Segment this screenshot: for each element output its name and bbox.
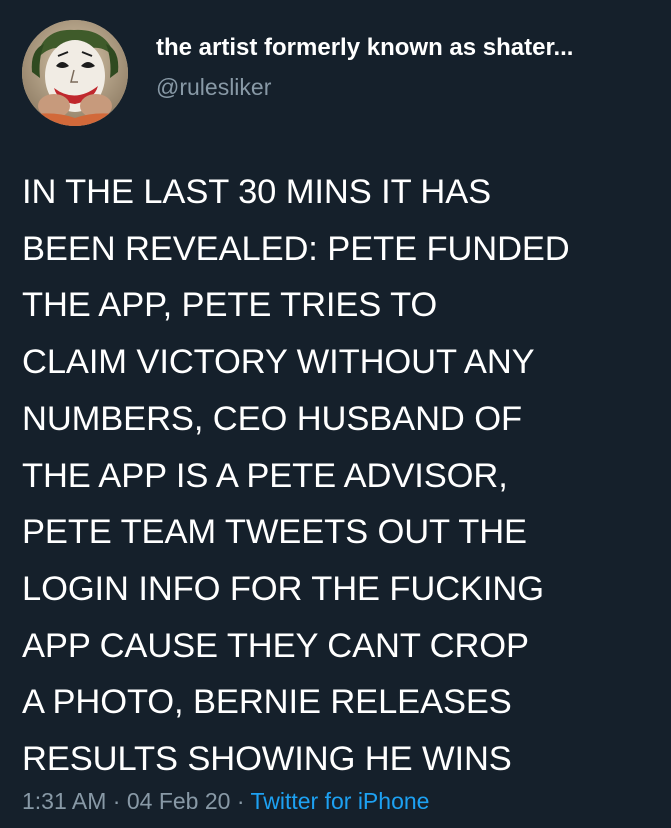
avatar[interactable]: [22, 20, 128, 126]
user-handle[interactable]: @rulesliker: [156, 73, 652, 101]
tweet-author: the artist formerly known as shater... @…: [156, 33, 652, 101]
display-name[interactable]: the artist formerly known as shater...: [156, 33, 652, 63]
meta-separator: ·: [230, 788, 251, 814]
tweet-text: IN THE LAST 30 MINS IT HAS BEEN REVEALED…: [22, 173, 570, 779]
tweet-date[interactable]: 04 Feb 20: [127, 788, 231, 814]
meta-separator: ·: [106, 788, 127, 814]
tweet: the artist formerly known as shater... @…: [0, 0, 671, 828]
tweet-metadata: 1:31 AM · 04 Feb 20 · Twitter for iPhone: [22, 786, 429, 816]
tweet-source-link[interactable]: Twitter for iPhone: [250, 788, 429, 814]
tweet-time[interactable]: 1:31 AM: [22, 788, 106, 814]
tweet-header: the artist formerly known as shater... @…: [22, 20, 652, 126]
avatar-image: [22, 20, 128, 126]
